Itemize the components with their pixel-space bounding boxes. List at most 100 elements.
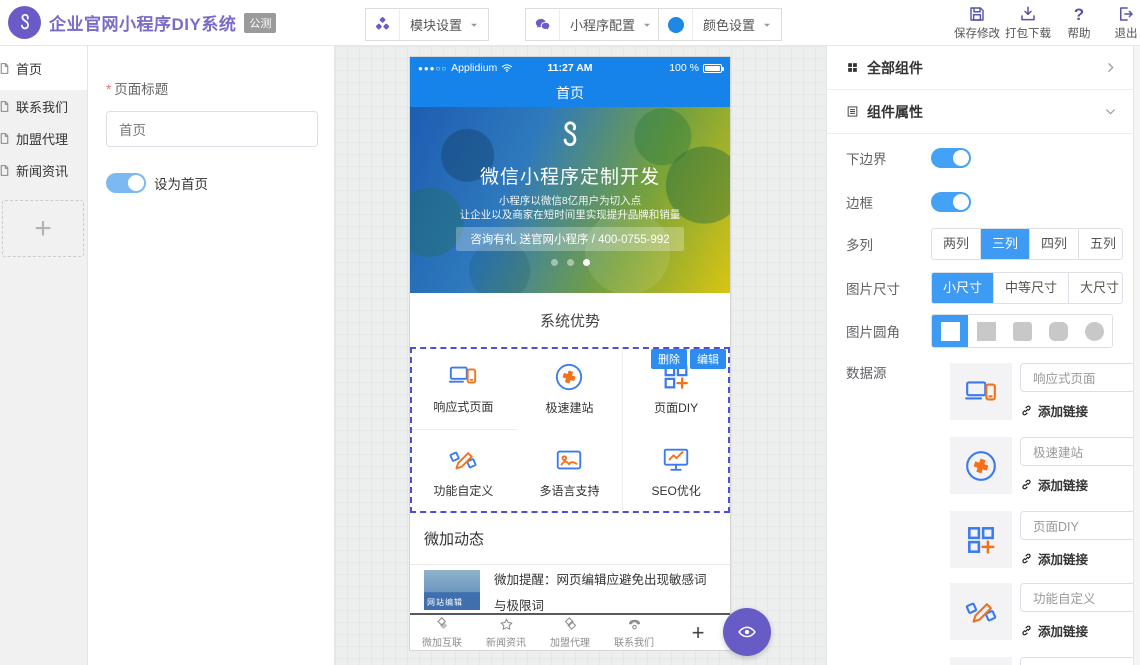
chevron-right-icon [1104, 61, 1117, 74]
feature-cell[interactable]: 响应式页面 [410, 347, 517, 430]
miniprogram-config-button[interactable]: 小程序配置 [525, 8, 662, 41]
carousel-dots[interactable] [410, 259, 730, 266]
image-size-label: 图片尺寸 [846, 278, 931, 298]
border-label: 边框 [846, 192, 931, 212]
add-link-button[interactable]: 添加链接 [1020, 621, 1088, 640]
datasource-row: 添加链接 [950, 363, 1133, 421]
banner-logo-icon [410, 120, 730, 152]
tab-news[interactable]: 新闻资讯 [474, 615, 538, 650]
link-icon [1020, 404, 1033, 417]
exit-button[interactable]: 退出 [1100, 5, 1140, 41]
required-mark: * [106, 82, 111, 97]
columns-option-4[interactable]: 四列 [1029, 229, 1078, 259]
component-panel: 全部组件 组件属性 下边界 边框 多列 两列 三列 四列 五列 图片尺寸 小尺寸… [826, 46, 1133, 665]
tab-contact[interactable]: 联系我们 [602, 615, 666, 650]
module-settings-button[interactable]: 模块设置 [365, 8, 489, 41]
set-home-toggle[interactable] [106, 173, 146, 193]
news-title-line1: 微加提醒：网页编辑应避免出现敏感词 [494, 572, 720, 589]
page-diy-icon [950, 511, 1012, 568]
add-page-button[interactable]: + [2, 200, 84, 257]
puzzle-icon [554, 362, 584, 392]
edit-component-button[interactable]: 编辑 [690, 349, 726, 369]
seo-chart-icon [661, 445, 691, 475]
cubes-icon [366, 9, 400, 40]
page-icon [0, 132, 11, 145]
banner-heading: 微信小程序定制开发 [410, 162, 730, 189]
feature-cell[interactable]: 极速建站 [517, 347, 624, 430]
feature-cell[interactable]: SEO优化 [623, 430, 730, 513]
all-components-row[interactable]: 全部组件 [827, 46, 1133, 90]
datasource-title-input[interactable] [1020, 363, 1133, 392]
download-button[interactable]: 打包下载 [1002, 5, 1054, 41]
radius-option-circle[interactable] [1076, 315, 1112, 347]
tabbar-add-button[interactable]: + [666, 615, 730, 650]
caret-down-icon [761, 19, 773, 31]
exit-icon [1117, 5, 1135, 24]
sidebar-item-news[interactable]: 新闻资讯 [0, 154, 87, 186]
columns-label: 多列 [846, 234, 931, 254]
columns-segmented-control: 两列 三列 四列 五列 [931, 228, 1123, 260]
tags-icon [563, 617, 578, 632]
radius-option-medium[interactable] [1040, 315, 1076, 347]
image-size-large[interactable]: 大尺寸 [1068, 273, 1123, 303]
link-icon [1020, 624, 1033, 637]
datasource-title-input[interactable] [1020, 657, 1133, 665]
preview-button[interactable] [723, 608, 771, 656]
star-icon [499, 617, 514, 632]
page-title-label: *页面标题 [106, 78, 316, 98]
columns-option-5[interactable]: 五列 [1078, 229, 1123, 259]
page-scrollbar[interactable] [1133, 46, 1140, 665]
component-props-row[interactable]: 组件属性 [827, 90, 1133, 134]
sidebar-item-home[interactable]: 首页 [0, 46, 87, 90]
feature-cell[interactable]: 多语言支持 [517, 430, 624, 513]
color-settings-button[interactable]: 颜色设置 [658, 8, 782, 41]
page-settings-panel: *页面标题 设为首页 [88, 46, 335, 665]
add-link-button[interactable]: 添加链接 [1020, 475, 1088, 494]
help-button[interactable]: ? 帮助 [1053, 5, 1105, 41]
image-size-small[interactable]: 小尺寸 [932, 273, 993, 303]
save-icon [968, 5, 986, 24]
datasource-row: 添加链接 [950, 437, 1133, 495]
pencil-icon [448, 445, 478, 475]
puzzle-icon [950, 437, 1012, 494]
radius-option-square[interactable] [968, 315, 1004, 347]
delete-component-button[interactable]: 删除 [651, 349, 687, 369]
add-link-button[interactable]: 添加链接 [1020, 401, 1088, 420]
datasource-icon [950, 657, 1012, 665]
datasource-row: 添加链接 [950, 511, 1133, 569]
set-home-label: 设为首页 [154, 173, 208, 193]
border-toggle[interactable] [931, 192, 971, 212]
image-size-segmented-control: 小尺寸 中等尺寸 大尺寸 [931, 272, 1123, 304]
feature-grid-component[interactable]: 删除 编辑 响应式页面 极速建站 页面DIY 功能自定义 多语言支持 SEO优化 [410, 347, 730, 513]
radius-option-small[interactable] [1004, 315, 1040, 347]
add-link-button[interactable]: 添加链接 [1020, 549, 1088, 568]
caret-down-icon [641, 19, 653, 31]
datasource-title-input[interactable] [1020, 511, 1133, 540]
image-size-medium[interactable]: 中等尺寸 [993, 273, 1068, 303]
sidebar-item-agent[interactable]: 加盟代理 [0, 122, 87, 154]
phone-page-title: 首页 [556, 83, 584, 103]
phone-preview: ●●●○○ Applidium 11:27 AM 100 % 首页 微信小程序定… [410, 57, 730, 650]
wechat-icon [526, 9, 560, 40]
bottom-margin-label: 下边界 [846, 148, 931, 168]
beta-badge: 公测 [244, 13, 276, 33]
datasource-title-input[interactable] [1020, 583, 1133, 612]
tab-weijia[interactable]: 微加互联 [410, 615, 474, 650]
columns-option-2[interactable]: 两列 [932, 229, 980, 259]
bottom-margin-toggle[interactable] [931, 148, 971, 168]
radius-option-none[interactable] [932, 315, 968, 347]
responsive-icon [950, 363, 1012, 420]
banner-cta-pill[interactable]: 咨询有礼 送官网小程序 / 400-0755-992 [456, 227, 683, 251]
save-button[interactable]: 保存修改 [951, 5, 1003, 41]
feature-cell[interactable]: 功能自定义 [410, 430, 517, 513]
brand: 企业官网小程序DIY系统 公测 [8, 6, 276, 39]
banner-slide[interactable]: 微信小程序定制开发 小程序以微信8亿用户为切入点 让企业以及商家在短时间里实现提… [410, 107, 730, 293]
tab-agent[interactable]: 加盟代理 [538, 615, 602, 650]
columns-option-3[interactable]: 三列 [980, 229, 1029, 259]
section-title-advantages: 系统优势 [410, 293, 730, 347]
news-thumbnail: 网站编辑 [424, 570, 480, 610]
eye-icon [737, 622, 757, 642]
sidebar-item-contact[interactable]: 联系我们 [0, 90, 87, 122]
datasource-title-input[interactable] [1020, 437, 1133, 466]
page-title-input[interactable] [106, 111, 318, 147]
